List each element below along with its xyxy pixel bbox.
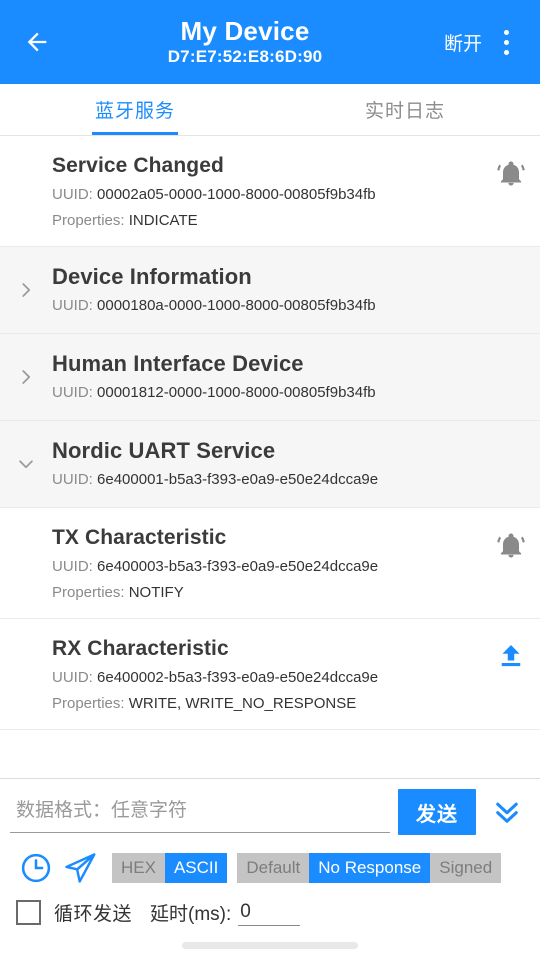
tab-bluetooth-services[interactable]: 蓝牙服务 — [0, 84, 270, 135]
list-item-uuid: UUID: 00001812-0000-1000-8000-00805f9b34… — [52, 381, 492, 404]
tab-label: 蓝牙服务 — [94, 101, 175, 122]
title-block: My Device D7:E7:52:E8:6D:90 — [60, 16, 440, 68]
list-item[interactable]: RX Characteristic UUID: 6e400002-b5a3-f3… — [0, 619, 540, 730]
list-item-title: Service Changed — [52, 154, 224, 177]
uuid-value: 6e400003-b5a3-f393-e0a9-e50e24dcca9e — [97, 558, 379, 575]
arrow-left-icon — [27, 32, 47, 52]
write-mode-no-response[interactable]: No Response — [309, 853, 431, 883]
write-mode-default[interactable]: Default — [237, 853, 310, 883]
back-button[interactable] — [14, 19, 60, 65]
overflow-menu-button[interactable] — [486, 19, 526, 65]
more-vertical-icon-dot — [503, 29, 509, 35]
list-item-title: Human Interface Device — [52, 351, 304, 376]
page-title: My Device — [180, 16, 310, 46]
more-vertical-icon-dot — [503, 39, 509, 45]
double-chevron-down-icon — [496, 802, 518, 823]
tab-bar: 蓝牙服务 实时日志 — [0, 84, 540, 136]
loop-send-checkbox[interactable] — [16, 900, 41, 925]
list-item-properties: Properties: INDICATE — [52, 209, 492, 232]
properties-value: INDICATE — [128, 212, 198, 229]
uuid-label: UUID: — [52, 471, 93, 488]
more-vertical-icon-dot — [503, 49, 509, 55]
list-item-title: TX Characteristic — [52, 526, 227, 549]
write-composer: 发送 HEX — [0, 778, 540, 930]
properties-value: WRITE, WRITE_NO_RESPONSE — [128, 695, 357, 712]
notify-toggle-button[interactable] — [494, 528, 528, 562]
list-item-uuid: UUID: 6e400002-b5a3-f393-e0a9-e50e24dcca… — [52, 666, 492, 689]
paper-plane-icon — [65, 853, 96, 883]
format-option-ascii[interactable]: ASCII — [164, 853, 228, 883]
collapse-toggle[interactable] — [14, 452, 38, 476]
uuid-value: 00001812-0000-1000-8000-00805f9b34fb — [97, 384, 376, 401]
history-button[interactable] — [14, 849, 58, 887]
chevron-down-icon — [19, 460, 33, 469]
chevron-right-icon — [22, 370, 31, 384]
disconnect-button[interactable]: 断开 — [440, 23, 486, 62]
send-button[interactable]: 发送 — [398, 789, 476, 835]
properties-value: NOTIFY — [128, 584, 184, 601]
list-item[interactable]: Nordic UART Service UUID: 6e400001-b5a3-… — [0, 421, 540, 508]
uuid-value: 00002a05-0000-1000-8000-00805f9b34fb — [97, 186, 376, 203]
loop-send-label: 循环发送 — [54, 904, 133, 925]
list-item-title: RX Characteristic — [52, 637, 229, 660]
upload-icon — [501, 645, 521, 667]
clock-icon — [21, 853, 51, 883]
list-item[interactable]: Service Changed UUID: 00002a05-0000-1000… — [0, 136, 540, 247]
uuid-label: UUID: — [52, 669, 93, 686]
list-item[interactable]: Device Information UUID: 0000180a-0000-1… — [0, 247, 540, 334]
uuid-label: UUID: — [52, 297, 93, 314]
uuid-value: 6e400002-b5a3-f393-e0a9-e50e24dcca9e — [97, 669, 379, 686]
list-item-uuid: UUID: 0000180a-0000-1000-8000-00805f9b34… — [52, 294, 492, 317]
delay-input[interactable] — [238, 899, 301, 926]
list-item-title: Nordic UART Service — [52, 438, 276, 463]
tab-label: 实时日志 — [364, 101, 445, 122]
list-item-properties: Properties: NOTIFY — [52, 581, 492, 604]
list-item[interactable]: TX Characteristic UUID: 6e400003-b5a3-f3… — [0, 508, 540, 619]
write-button[interactable] — [494, 639, 528, 673]
list-item[interactable]: Human Interface Device UUID: 00001812-00… — [0, 334, 540, 421]
expand-toggle[interactable] — [14, 278, 38, 302]
device-address: D7:E7:52:E8:6D:90 — [167, 47, 323, 66]
notifications-active-bell-icon — [497, 533, 525, 558]
notify-toggle-button[interactable] — [494, 156, 528, 190]
composer-input-row: 发送 — [10, 789, 530, 835]
format-option-hex[interactable]: HEX — [112, 853, 165, 883]
uuid-label: UUID: — [52, 558, 93, 575]
properties-label: Properties: — [52, 584, 125, 601]
gesture-nav-pill[interactable] — [182, 941, 358, 949]
write-mode-signed[interactable]: Signed — [430, 853, 502, 883]
write-mode-toggle-group: Default No Response Signed — [237, 853, 502, 883]
tab-live-log[interactable]: 实时日志 — [270, 84, 540, 135]
uuid-label: UUID: — [52, 186, 93, 203]
quick-send-button[interactable] — [58, 849, 102, 887]
list-item-uuid: UUID: 6e400001-b5a3-f393-e0a9-e50e24dcca… — [52, 468, 492, 491]
system-navigation-bar — [0, 930, 540, 960]
app-bar: My Device D7:E7:52:E8:6D:90 断开 — [0, 0, 540, 84]
uuid-label: UUID: — [52, 384, 93, 401]
composer-loop-row: 循环发送 延时(ms): — [10, 899, 530, 930]
properties-label: Properties: — [52, 212, 125, 229]
list-item-properties: Properties: WRITE, WRITE_NO_RESPONSE — [52, 692, 492, 715]
uuid-value: 6e400001-b5a3-f393-e0a9-e50e24dcca9e — [97, 471, 379, 488]
delay-label: 延时(ms): — [150, 904, 232, 925]
uuid-value: 0000180a-0000-1000-8000-00805f9b34fb — [97, 297, 376, 314]
chevron-right-icon — [22, 283, 31, 297]
expand-composer-button[interactable] — [484, 789, 530, 835]
composer-options-row: HEX ASCII Default No Response Signed — [10, 849, 530, 887]
data-format-toggle-group: HEX ASCII — [112, 853, 228, 883]
list-item-title: Device Information — [52, 264, 252, 289]
list-item-uuid: UUID: 00002a05-0000-1000-8000-00805f9b34… — [52, 183, 492, 206]
notifications-active-bell-icon — [497, 161, 525, 186]
gatt-list[interactable]: Service Changed UUID: 00002a05-0000-1000… — [0, 136, 540, 778]
properties-label: Properties: — [52, 695, 125, 712]
app-root: My Device D7:E7:52:E8:6D:90 断开 蓝牙服务 实时日志… — [0, 0, 540, 960]
list-item-uuid: UUID: 6e400003-b5a3-f393-e0a9-e50e24dcca… — [52, 555, 492, 578]
expand-toggle[interactable] — [14, 365, 38, 389]
data-input[interactable] — [10, 791, 390, 833]
